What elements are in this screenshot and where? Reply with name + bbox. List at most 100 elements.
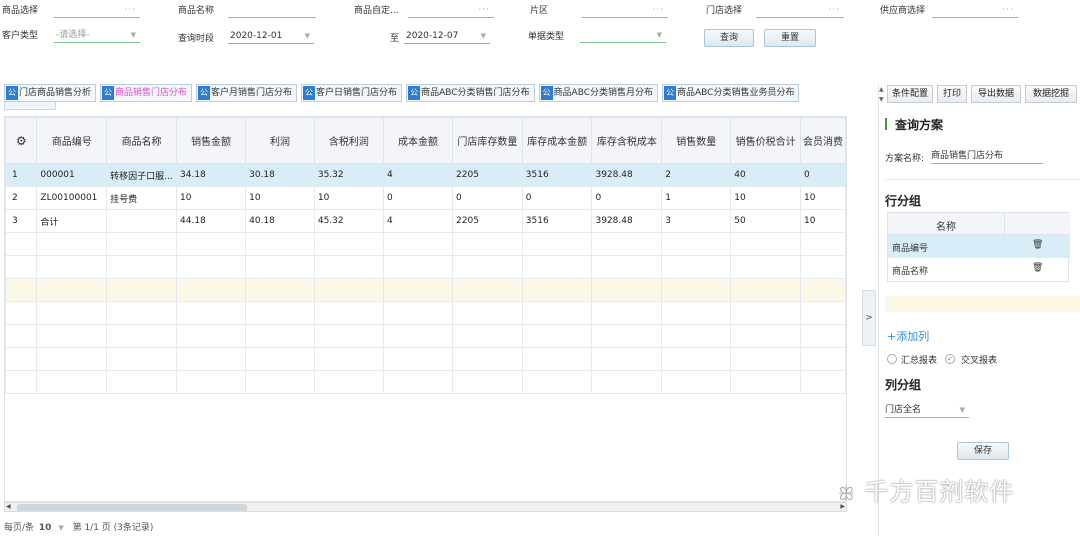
row-group-title: 行分组	[885, 194, 922, 208]
column-header[interactable]: 会员消费	[800, 117, 846, 164]
save-button[interactable]: 保存	[957, 442, 1009, 460]
table-cell: 3928.48	[591, 163, 663, 187]
scroll-left-icon[interactable]: ◀	[6, 503, 11, 511]
more-icon[interactable]: ···	[652, 4, 664, 16]
summary-report-radio[interactable]	[887, 354, 897, 364]
delete-icon[interactable]: 🗑	[1032, 263, 1043, 273]
product-select-label: 商品选择	[2, 6, 39, 16]
pager: 每页/条 10 ▼ 第 1/1 页 (3条记录)	[4, 520, 153, 533]
more-icon[interactable]: ···	[828, 4, 840, 16]
tab-1[interactable]: 公商品销售门店分布	[100, 84, 193, 102]
date-from-input[interactable]: 2020-12-01 ▼	[228, 30, 314, 44]
table-cell: 4	[382, 209, 454, 233]
column-header[interactable]: 商品编号	[36, 117, 108, 164]
scheme-name-label: 方案名称:	[885, 154, 925, 164]
table-cell: 1	[5, 163, 38, 187]
product-custom-field[interactable]: ···	[408, 4, 494, 18]
empty-row	[5, 232, 846, 256]
add-column-link[interactable]: +添加列	[887, 328, 929, 344]
customer-type-label: 客户类型	[2, 31, 39, 41]
chevron-down-icon[interactable]: ▼	[58, 524, 63, 532]
table-cell: 2205	[452, 163, 523, 187]
store-select-label: 门店选择	[706, 6, 743, 16]
column-header[interactable]: 成本金额	[382, 117, 454, 164]
chevron-down-icon: ▼	[656, 31, 662, 39]
col-group-select[interactable]: 门店全名 ▼	[885, 404, 969, 418]
table-row[interactable]: 2 ZL00100001 挂号费 10 10 10 0 0 0 0 1 10 10	[5, 186, 846, 210]
row-group-item[interactable]: 商品编号 🗑	[888, 235, 1070, 258]
table-cell: 10	[800, 186, 846, 210]
tab-3[interactable]: 公客户日销售门店分布	[301, 84, 403, 102]
table-cell: 3928.48	[591, 209, 663, 233]
table-cell: 合计	[36, 209, 108, 233]
scroll-down-icon[interactable]: ▼	[879, 96, 884, 103]
column-header[interactable]: 库存含税成本	[591, 117, 663, 164]
column-header[interactable]: 库存成本金额	[521, 117, 593, 164]
table-cell: 0	[591, 186, 663, 210]
table-cell: ZL00100001	[36, 186, 108, 210]
tab-2[interactable]: 公客户月销售门店分布	[196, 84, 298, 102]
supplier-select-field[interactable]: ···	[932, 4, 1018, 18]
data-table: ⚙ 商品编号 商品名称 销售金额 利润 含税利润 成本金额 门店库存数量 库存成本金额 库存含税成…	[5, 117, 846, 394]
product-select-field[interactable]: ···	[54, 4, 140, 18]
print-button[interactable]: 打印	[937, 85, 967, 103]
chevron-down-icon: ▼	[959, 406, 965, 414]
scheme-name-input[interactable]: 商品销售门店分布	[931, 150, 1043, 164]
table-cell: 34.18	[176, 163, 247, 187]
data-grid: ⚙ 商品编号 商品名称 销售金额 利润 含税利润 成本金额 门店库存数量 库存成本金额 库存含税成…	[4, 116, 847, 502]
table-cell: 3	[5, 209, 38, 233]
watermark: ꕥ 千方百剂软件	[838, 478, 1015, 506]
column-header[interactable]: 销售数量	[661, 117, 732, 164]
customer-type-select[interactable]: -请选择- ▼	[54, 29, 140, 43]
report-icon: 公	[303, 86, 316, 100]
query-button[interactable]: 查询	[704, 29, 754, 47]
column-header[interactable]: 销售价税合计	[730, 117, 802, 164]
table-row[interactable]: 3 合计 44.18 40.18 45.32 4 2205 3516 3928.48 3 50 10	[5, 209, 846, 233]
report-icon: 公	[664, 86, 676, 100]
scroll-up-icon[interactable]: ▲	[879, 86, 884, 93]
query-period-label: 查询时段	[178, 34, 215, 44]
column-header[interactable]: 门店库存数量	[452, 117, 523, 164]
tab-5[interactable]: 公商品ABC分类销售月分布	[538, 84, 658, 102]
tab-0[interactable]: 公门店商品销售分析	[4, 84, 97, 102]
scroll-thumb[interactable]	[17, 504, 247, 511]
table-cell: 30.18	[245, 163, 315, 187]
column-header[interactable]: 商品名称	[106, 117, 178, 164]
more-icon[interactable]: ···	[1002, 4, 1014, 16]
horizontal-scrollbar[interactable]: ◀ ▶	[4, 502, 847, 512]
reset-button[interactable]: 重置	[764, 29, 816, 47]
table-cell: 0	[521, 186, 593, 210]
column-header[interactable]: 含税利润	[313, 117, 384, 164]
column-header[interactable]: 销售金额	[176, 117, 247, 164]
area-field[interactable]: ···	[582, 4, 668, 18]
cross-report-radio[interactable]: ✓	[945, 354, 955, 364]
tab-4[interactable]: 公商品ABC分类销售门店分布	[406, 84, 535, 102]
date-to-input[interactable]: 2020-12-07 ▼	[404, 30, 490, 44]
config-panel: ▲ ▼ 条件配置 打印 导出数据 数据挖掘 查询方案 方案名称: 商品销售门店分…	[878, 84, 1080, 536]
more-icon[interactable]: ···	[478, 4, 490, 16]
data-mining-button[interactable]: 数据挖掘	[1025, 85, 1077, 103]
doc-type-select[interactable]: ▼	[580, 29, 666, 43]
cross-report-label: 交叉报表	[961, 356, 998, 366]
settings-icon[interactable]: ⚙	[5, 117, 38, 164]
more-icon[interactable]: ···	[124, 4, 136, 16]
panel-collapse-button[interactable]: >	[862, 290, 876, 346]
delete-icon[interactable]: 🗑	[1032, 240, 1043, 250]
row-group-item[interactable]: 商品名称 🗑	[888, 258, 1070, 281]
table-cell: 000001	[36, 163, 108, 187]
tab-6[interactable]: 公商品ABC分类销售业务员分布	[662, 84, 800, 102]
tab-label: 商品ABC分类销售月分布	[553, 88, 653, 98]
table-row[interactable]: 1 000001 转移因子口服... 34.18 30.18 35.32 4 2205 3516…	[5, 163, 846, 187]
export-data-button[interactable]: 导出数据	[971, 85, 1021, 103]
tab-label: 商品销售门店分布	[115, 88, 188, 98]
chevron-down-icon: ▼	[304, 32, 310, 40]
condition-config-button[interactable]: 条件配置	[887, 85, 933, 103]
column-header[interactable]: 利润	[245, 117, 315, 164]
report-icon: 公	[198, 86, 211, 100]
table-cell: 45.32	[313, 209, 384, 233]
table-cell: 10	[730, 186, 802, 210]
subtab-indicator	[4, 102, 56, 110]
product-name-input[interactable]	[228, 4, 316, 18]
store-select-field[interactable]: ···	[756, 4, 844, 18]
page-size-select[interactable]: 10	[39, 523, 52, 533]
